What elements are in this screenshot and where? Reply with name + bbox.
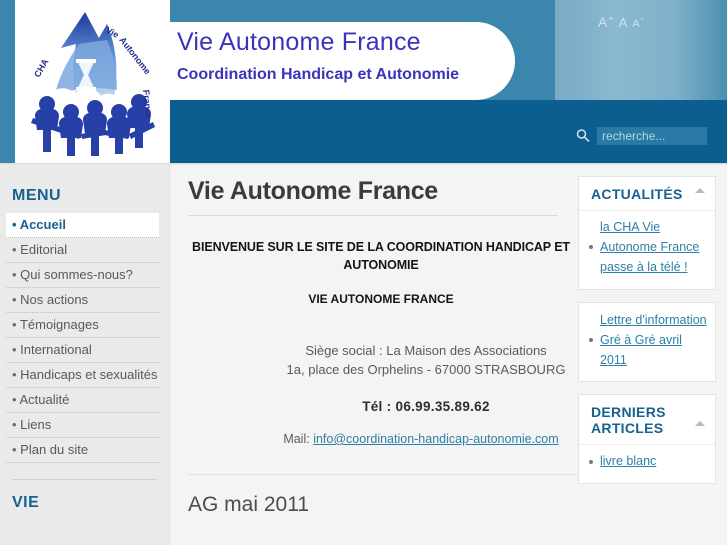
sidebar-item-label[interactable]: Accueil xyxy=(6,216,159,233)
sidebar-secondary-heading: VIE xyxy=(12,494,40,511)
search-input[interactable] xyxy=(597,127,707,145)
sidebar-divider xyxy=(12,479,157,480)
actualites-link[interactable]: la CHA Vie Autonome France passe à la té… xyxy=(600,220,699,274)
site-header: CHA Vie Autonome France Vie Autonome Fra… xyxy=(0,0,727,165)
sidebar-item-label[interactable]: Qui sommes-nous? xyxy=(6,266,159,283)
welcome-subheading: VIE AUTONOME FRANCE xyxy=(308,292,454,306)
sidebar-item-nos-actions[interactable]: Nos actions xyxy=(6,288,159,313)
sidebar-item-international[interactable]: International xyxy=(6,338,159,363)
actualites-heading-label: ACTUALITÉS xyxy=(591,186,683,202)
sidebar-item-actualite[interactable]: Actualité xyxy=(6,388,159,413)
font-size-controls: A+ A A- xyxy=(598,14,645,30)
actualites-body: la CHA Vie Autonome France passe à la té… xyxy=(579,211,715,289)
sidebar-item-label[interactable]: Editorial xyxy=(6,241,159,258)
site-title: Vie Autonome France xyxy=(177,28,421,56)
welcome-heading: BIENVENUE SUR LE SITE DE LA COORDINATION… xyxy=(192,240,570,272)
logo-icon: CHA Vie Autonome France xyxy=(31,12,155,156)
font-size-increase-button[interactable]: A+ xyxy=(598,14,615,30)
derniers-articles-heading: DERNIERS ARTICLES xyxy=(579,395,715,445)
sidebar-right: ACTUALITÉS la CHA Vie Autonome France pa… xyxy=(578,165,727,545)
sidebar-item-label[interactable]: Liens xyxy=(6,416,159,433)
sidebar-item-editorial[interactable]: Editorial xyxy=(6,238,159,263)
sidebar-item-label[interactable]: Actualité xyxy=(6,391,159,408)
derniers-articles-body: livre blanc xyxy=(579,445,715,483)
search-icon[interactable] xyxy=(575,128,591,144)
list-item[interactable]: livre blanc xyxy=(587,451,707,471)
font-size-normal-button[interactable]: A xyxy=(619,15,629,30)
site-title-banner: Vie Autonome France Coordination Handica… xyxy=(162,22,515,100)
page-root: CHA Vie Autonome France Vie Autonome Fra… xyxy=(0,0,727,545)
page-body: MENU Accueil Editorial Qui sommes-nous? … xyxy=(0,165,727,545)
sidebar-item-plan-du-site[interactable]: Plan du site xyxy=(6,438,159,463)
sidebar-item-label[interactable]: Handicaps et sexualités xyxy=(6,366,159,383)
collapse-triangle-icon[interactable] xyxy=(695,188,705,193)
actualites-box: ACTUALITÉS la CHA Vie Autonome France pa… xyxy=(578,176,716,290)
sidebar-item-accueil[interactable]: Accueil xyxy=(6,213,159,238)
derniers-articles-link[interactable]: livre blanc xyxy=(600,454,656,468)
sidebar-item-label[interactable]: Nos actions xyxy=(6,291,159,308)
sidebar-item-label[interactable]: International xyxy=(6,341,159,358)
sidebar-item-handicaps-et-sexualites[interactable]: Handicaps et sexualités xyxy=(6,363,159,388)
sidebar-item-qui-sommes-nous[interactable]: Qui sommes-nous? xyxy=(6,263,159,288)
sidebar-item-liens[interactable]: Liens xyxy=(6,413,159,438)
main-menu: Accueil Editorial Qui sommes-nous? Nos a… xyxy=(0,213,169,463)
sidebar-item-label[interactable]: Plan du site xyxy=(6,441,159,458)
derniers-articles-box: DERNIERS ARTICLES livre blanc xyxy=(578,394,716,484)
collapse-triangle-icon[interactable] xyxy=(695,421,705,426)
list-item[interactable]: Lettre d'information Gré à Gré avril 201… xyxy=(587,310,707,370)
header-left-accent-bar xyxy=(0,0,15,163)
sidebar-left: MENU Accueil Editorial Qui sommes-nous? … xyxy=(0,165,170,545)
site-subtitle: Coordination Handicap et Autonomie xyxy=(177,66,460,83)
actualites-list: la CHA Vie Autonome France passe à la té… xyxy=(587,217,707,277)
logo-text-cha: CHA xyxy=(32,57,51,79)
sidebar-item-temoignages[interactable]: Témoignages xyxy=(6,313,159,338)
lettre-info-body: Lettre d'information Gré à Gré avril 201… xyxy=(579,303,715,381)
derniers-articles-heading-label: DERNIERS ARTICLES xyxy=(591,404,666,436)
search-form xyxy=(575,127,707,145)
page-title-divider xyxy=(188,215,558,216)
list-item[interactable]: la CHA Vie Autonome France passe à la té… xyxy=(587,217,707,277)
email-label: Mail: xyxy=(283,432,310,446)
menu-heading: MENU xyxy=(12,187,62,204)
derniers-articles-list: livre blanc xyxy=(587,451,707,471)
sidebar-item-label[interactable]: Témoignages xyxy=(6,316,159,333)
lettre-info-box: Lettre d'information Gré à Gré avril 201… xyxy=(578,302,716,382)
font-size-decrease-button[interactable]: A- xyxy=(632,14,644,30)
lettre-info-link[interactable]: Lettre d'information Gré à Gré avril 201… xyxy=(600,313,707,367)
actualites-heading: ACTUALITÉS xyxy=(579,177,715,211)
logo-text-autonome: Autonome xyxy=(117,35,152,76)
logo-panel[interactable]: CHA Vie Autonome France xyxy=(15,0,170,163)
lettre-info-list: Lettre d'information Gré à Gré avril 201… xyxy=(587,310,707,370)
email-link[interactable]: info@coordination-handicap-autonomie.com xyxy=(313,432,558,446)
